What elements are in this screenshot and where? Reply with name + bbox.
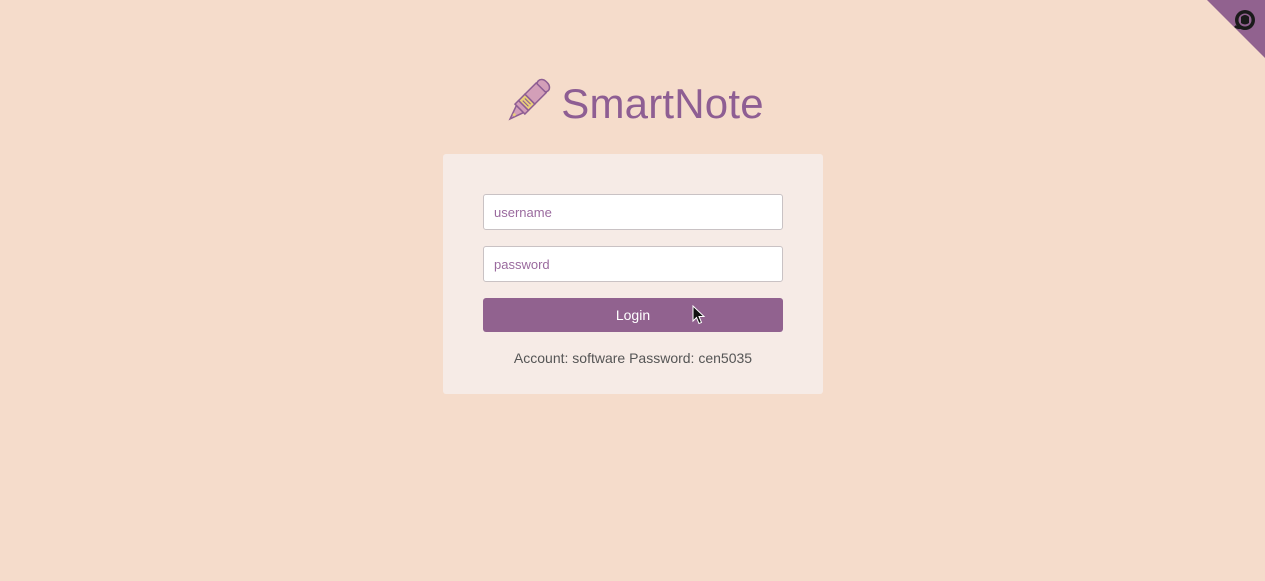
fountain-pen-icon [501,76,553,128]
login-page: SmartNote Login Account: software Passwo… [0,0,1265,581]
password-input[interactable] [483,246,783,282]
corner-ribbon-triangle [1207,0,1265,58]
login-button[interactable]: Login [483,298,783,332]
credentials-hint: Account: software Password: cen5035 [513,350,753,366]
app-title: SmartNote [561,80,764,127]
username-input[interactable] [483,194,783,230]
app-header: SmartNote [0,72,1265,136]
github-corner-link[interactable] [1207,0,1265,58]
github-icon [1234,10,1255,30]
login-card: Login Account: software Password: cen503… [443,154,823,394]
